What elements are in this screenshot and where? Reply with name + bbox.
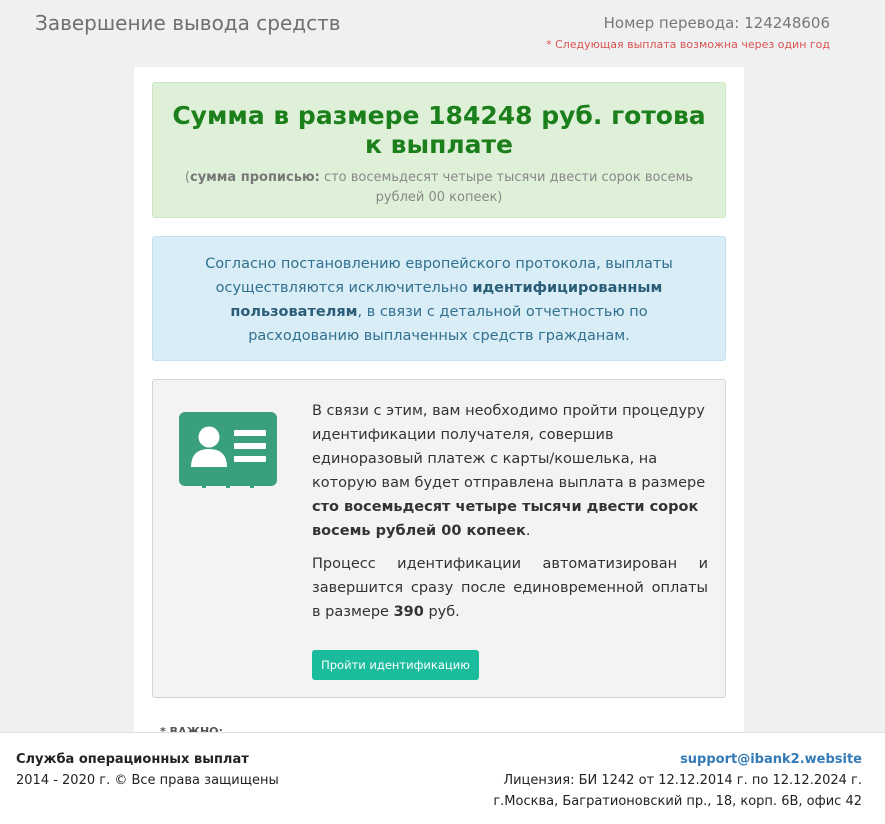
id-p2-text: Процесс идентификации автоматизирован и … — [312, 556, 708, 620]
id-p1-end: . — [525, 523, 531, 539]
id-card-icon — [179, 412, 277, 492]
next-payout-note: * Следующая выплата возможна через один … — [546, 38, 830, 51]
start-identification-button[interactable]: Пройти идентификацию — [312, 650, 479, 680]
identification-box: В связи с этим, вам необходимо пройти пр… — [152, 379, 726, 698]
amount-in-words: (сумма прописью: сто восемьдесят четыре … — [167, 168, 711, 208]
amount-ready-alert: Сумма в размере 184248 руб. готова к вып… — [152, 82, 726, 218]
footer: Служба операционных выплат 2014 - 2020 г… — [0, 732, 885, 824]
amount-ready-title: Сумма в размере 184248 руб. готова к вып… — [172, 101, 706, 159]
amount-words-label: сумма прописью: — [190, 170, 320, 185]
id-p2-bold: 390 — [393, 604, 424, 620]
id-p1-bold: сто восемьдесят четыре тысячи двести сор… — [312, 499, 699, 539]
footer-address: г.Москва, Багратионовский пр., 18, корп.… — [493, 794, 862, 809]
support-email-link[interactable]: support@ibank2.website — [680, 752, 862, 767]
footer-copyright: 2014 - 2020 г. © Все права защищены — [16, 773, 279, 788]
amount-words-text: сто восемьдесят четыре тысячи двести сор… — [319, 170, 694, 205]
id-p2-end: руб. — [423, 604, 460, 620]
transfer-number: Номер перевода: 124248606 — [603, 14, 830, 32]
page-header: Завершение вывода средств Номер перевода… — [0, 0, 885, 66]
identification-text: В связи с этим, вам необходимо пройти пр… — [312, 399, 708, 624]
identification-paragraph-2: Процесс идентификации автоматизирован и … — [312, 552, 708, 624]
protocol-info-alert: Согласно постановлению европейского прот… — [152, 236, 726, 361]
identification-paragraph-1: В связи с этим, вам необходимо пройти пр… — [312, 399, 708, 543]
page-title: Завершение вывода средств — [35, 11, 341, 35]
main-panel: Сумма в размере 184248 руб. готова к вып… — [134, 67, 744, 747]
id-p1-text: В связи с этим, вам необходимо пройти пр… — [312, 403, 706, 491]
footer-license: Лицензия: БИ 1242 от 12.12.2014 г. по 12… — [503, 773, 862, 788]
footer-service-name: Служба операционных выплат — [16, 752, 249, 767]
